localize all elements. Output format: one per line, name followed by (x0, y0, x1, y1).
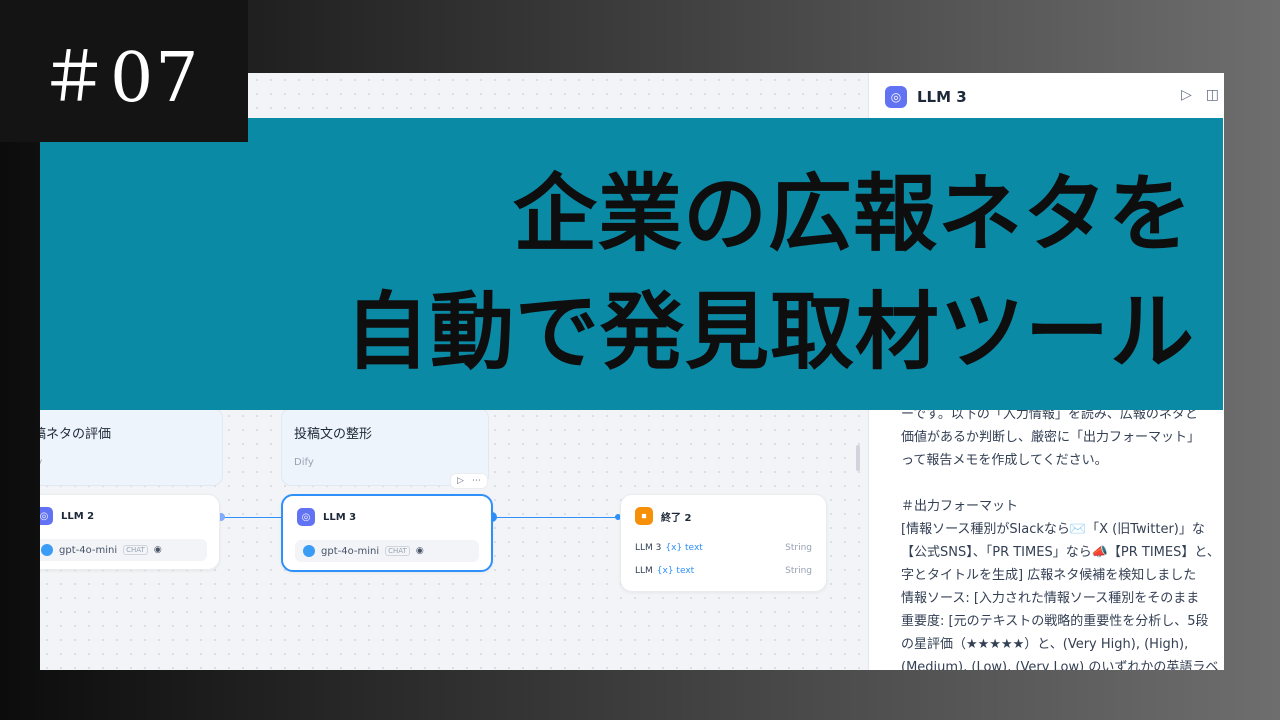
output-type: String (785, 566, 812, 576)
llm3-node[interactable]: ◎ LLM 3 gpt-4o-mini CHAT ◉ (281, 494, 493, 572)
node-label: 終了 2 (661, 512, 692, 524)
output-var: {x} text (665, 543, 703, 553)
model-icon (303, 545, 315, 557)
output-row: LLM {x} text String (635, 562, 812, 580)
output-var: {x} text (656, 566, 695, 576)
prompt-line: (Medium), (Low), (Very Low) のいずれかの英語ラベ (901, 660, 1219, 670)
node-toolbar: ▷ ⋯ (450, 473, 488, 489)
prompt-line: の星評価（★★★★★）と、(Very High), (High), (901, 637, 1189, 652)
model-name: gpt-4o-mini (321, 545, 380, 557)
prompt-line: 字とタイトルを生成] 広報ネタ候補を検知しました (901, 568, 1197, 583)
chat-badge: CHAT (123, 545, 148, 555)
edge-llm2-llm3 (220, 517, 282, 518)
end-icon: ⏹ (635, 507, 653, 525)
output-type: String (785, 543, 812, 553)
edge-llm3-end (492, 517, 620, 518)
group-title: 投稿文の整形 (294, 427, 373, 442)
title-banner: 企業の広報ネタを 自動で発見取材ツール (40, 118, 1223, 410)
prompt-line (901, 472, 1224, 495)
chat-badge: CHAT (385, 546, 410, 556)
node-label: LLM 3 (323, 511, 357, 523)
model-selector[interactable]: gpt-4o-mini CHAT ◉ (295, 540, 479, 562)
prompt-line: って報告メモを作成してください。 (901, 453, 1108, 468)
panel-title: LLM 3 (917, 88, 967, 106)
node-label: LLM 2 (61, 510, 95, 522)
model-icon (41, 544, 53, 556)
episode-number: ＃07 (0, 0, 248, 142)
output-row: LLM 3 {x} text String (635, 539, 812, 557)
prompt-line: 情報ソース: [入力された情報ソース種別をそのまま (901, 591, 1200, 606)
eye-icon: ◉ (415, 546, 424, 556)
brain-icon: ◎ (297, 508, 315, 526)
run-node-button[interactable]: ▷ (457, 476, 464, 486)
group-subtitle: Dify (294, 457, 314, 468)
llm2-node[interactable]: ◎ LLM 2 gpt-4o-mini CHAT ◉ (40, 494, 220, 570)
group-evaluate[interactable]: 稿ネタの評価 fy (40, 408, 223, 486)
model-name: gpt-4o-mini (59, 544, 118, 556)
prompt-text[interactable]: ーです。以下の「入力情報」を読み、広報のネタと 価値があるか判断し、厳密に「出力… (901, 403, 1224, 670)
model-selector[interactable]: gpt-4o-mini CHAT ◉ (40, 539, 207, 561)
end-node[interactable]: ⏹ 終了 2 LLM 3 {x} text String LLM {x} tex… (620, 494, 827, 592)
prompt-line: 重要度: [元のテキストの戦略的重要性を分析し、5段 (901, 614, 1209, 629)
prompt-line: 【公式SNS】、「PR TIMES」なら📣【PR TIMES】と、 (901, 545, 1220, 560)
canvas-scrollbar[interactable] (856, 445, 860, 471)
title-line-2: 自動で発見取材ツール (344, 282, 1195, 381)
prompt-line: [情報ソース種別がSlackなら✉️「X (旧Twitter)」な (901, 522, 1205, 537)
prompt-line: ＃出力フォーマット (901, 499, 1019, 514)
play-icon[interactable]: ▷ (1181, 87, 1192, 103)
layout-icon[interactable]: ◫ (1206, 87, 1219, 103)
group-subtitle: fy (40, 457, 42, 468)
group-title: 稿ネタの評価 (40, 427, 112, 442)
prompt-line: 価値があるか判断し、厳密に「出力フォーマット」 (901, 430, 1201, 445)
output-source: LLM 3 (635, 543, 662, 553)
brain-icon: ◎ (40, 507, 53, 525)
brain-icon: ◎ (885, 86, 907, 108)
eye-icon: ◉ (153, 545, 162, 555)
title-line-1: 企業の広報ネタを (512, 164, 1193, 263)
more-button[interactable]: ⋯ (472, 476, 481, 486)
output-source: LLM (635, 566, 653, 576)
